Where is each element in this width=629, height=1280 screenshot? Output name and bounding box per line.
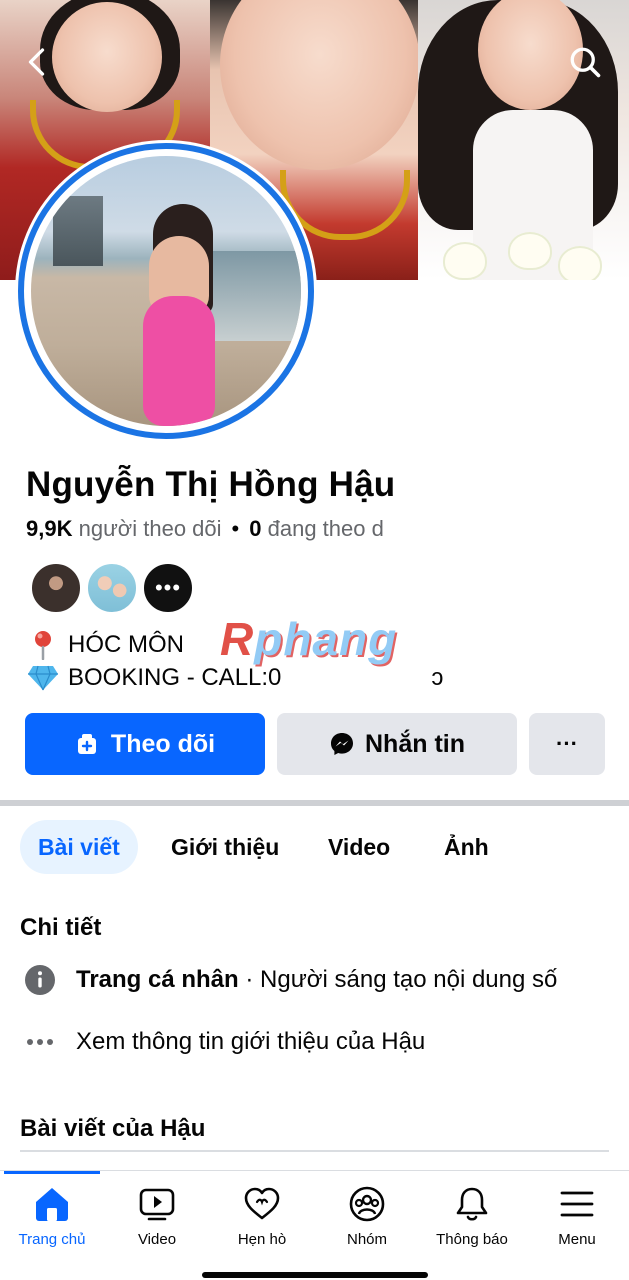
following-count: 0 (249, 516, 262, 541)
tab-photos[interactable]: Ảnh (444, 820, 489, 874)
posts-divider (20, 1150, 609, 1152)
stats-separator: • (231, 516, 240, 541)
bio-location-text: HÓC MÔN (68, 631, 184, 658)
page-type-bold: Trang cá nhân (76, 966, 239, 993)
nav-home-label: Trang chủ (18, 1231, 86, 1248)
follow-label: Theo dõi (110, 729, 216, 758)
profile-name: Nguyễn Thị Hồng Hậu (26, 465, 396, 504)
diamond-icon (26, 665, 60, 691)
tab-about[interactable]: Giới thiệu (171, 820, 279, 874)
home-icon (36, 1188, 68, 1221)
nav-groups[interactable]: Nhóm (315, 1185, 419, 1248)
story-ring (18, 143, 314, 439)
info-icon (20, 964, 60, 996)
menu-icon (560, 1191, 594, 1217)
posts-title: Bài viết của Hậu (20, 1115, 206, 1142)
more-options-label: ··· (556, 731, 578, 756)
messenger-icon (331, 733, 353, 755)
bottom-navigation: Trang chủ Video Hẹn hò Nhóm Thông báo Me… (0, 1170, 629, 1280)
bio-booking-text: BOOKING - CALL:0 (68, 664, 282, 691)
nav-dating[interactable]: Hẹn hò (210, 1185, 314, 1248)
nav-home[interactable]: Trang chủ (0, 1185, 104, 1248)
avatar-photo (31, 156, 301, 426)
see-about-link[interactable]: Xem thông tin giới thiệu của Hậu (20, 1028, 425, 1056)
bio-location: HÓC MÔN (26, 630, 184, 660)
follow-button[interactable]: Theo dõi (25, 713, 265, 775)
nav-video[interactable]: Video (105, 1185, 209, 1248)
tab-video-label: Video (328, 833, 391, 860)
followers-count: 9,9K (26, 516, 73, 541)
groups-icon (349, 1186, 385, 1222)
friend-avatar[interactable] (86, 562, 138, 614)
back-button[interactable] (16, 40, 60, 84)
nav-video-label: Video (137, 1231, 177, 1248)
mutual-friends[interactable]: ••• (30, 562, 198, 614)
nav-dating-label: Hẹn hò (237, 1231, 287, 1248)
pin-icon (26, 630, 60, 660)
more-dots-icon (20, 1038, 60, 1046)
more-friends-button[interactable]: ••• (142, 562, 194, 614)
watermark-logo: Rphang (220, 613, 398, 665)
tab-posts[interactable]: Bài viết (20, 820, 138, 874)
detail-page-type: Trang cá nhân · Người sáng tạo nội dung … (20, 964, 557, 996)
message-label: Nhắn tin (365, 729, 465, 758)
search-button[interactable] (563, 40, 607, 84)
tab-video[interactable]: Video (328, 820, 390, 874)
search-icon (570, 47, 601, 78)
chevron-left-icon (28, 48, 45, 76)
nav-menu[interactable]: Menu (525, 1185, 629, 1248)
more-options-button[interactable]: ··· (529, 713, 605, 775)
section-divider (0, 800, 629, 806)
message-button[interactable]: Nhắn tin (277, 713, 517, 775)
tab-posts-label: Bài viết (38, 833, 120, 860)
active-tab-indicator (4, 1171, 100, 1174)
nav-notifications[interactable]: Thông báo (420, 1185, 524, 1248)
profile-avatar[interactable] (15, 140, 317, 442)
follow-stats[interactable]: 9,9K người theo dõi • 0 đang theo d (26, 516, 421, 542)
video-icon (139, 1188, 175, 1221)
nav-notifications-label: Thông báo (436, 1231, 508, 1248)
following-label: đang theo d (267, 516, 384, 541)
followers-label: người theo dõi (78, 516, 222, 541)
friend-avatar[interactable] (30, 562, 82, 614)
nav-groups-label: Nhóm (346, 1231, 387, 1248)
more-dots-icon: ••• (154, 575, 182, 600)
see-about-text: Xem thông tin giới thiệu của Hậu (76, 1028, 426, 1055)
page-type-rest: · Người sáng tạo nội dung số (238, 966, 558, 993)
follow-icon (77, 734, 96, 754)
bio-booking: BOOKING - CALL:0 ɔ (26, 664, 443, 692)
tab-photos-label: Ảnh (444, 833, 489, 860)
dating-heart-icon (244, 1187, 280, 1220)
bell-icon (456, 1187, 488, 1221)
home-indicator (202, 1272, 428, 1278)
tab-about-label: Giới thiệu (171, 833, 280, 860)
nav-menu-label: Menu (558, 1231, 596, 1248)
details-title: Chi tiết (20, 914, 102, 941)
